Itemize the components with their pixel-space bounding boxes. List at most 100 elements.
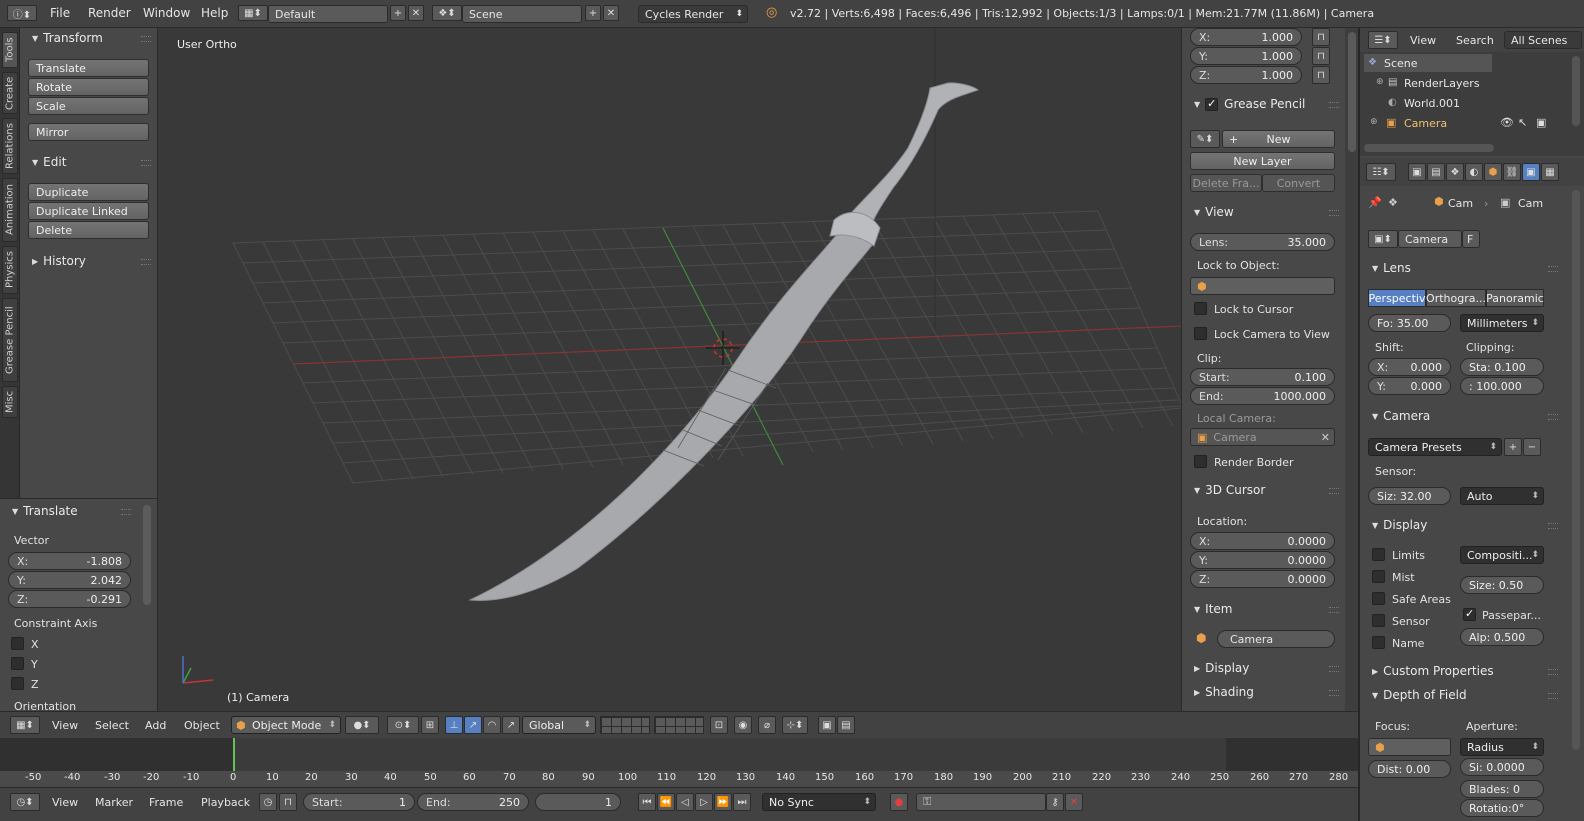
- safe-areas-checkbox[interactable]: [1372, 592, 1385, 605]
- constraint-y-checkbox[interactable]: [11, 657, 24, 670]
- tab-tools[interactable]: Tools: [2, 32, 18, 68]
- menu-help[interactable]: Help: [201, 6, 228, 20]
- expand-icon[interactable]: ⊕: [1370, 117, 1378, 127]
- render-tab-icon[interactable]: ▣: [1408, 163, 1426, 181]
- shift-x-field[interactable]: X: 0.000: [1368, 358, 1451, 376]
- remove-scene-icon[interactable]: ✕: [603, 5, 619, 21]
- tab-physics[interactable]: Physics: [2, 246, 18, 294]
- cursor-z-field[interactable]: Z: 0.0000: [1190, 570, 1335, 588]
- history-panel-header[interactable]: ▶ History: [32, 252, 86, 270]
- remove-preset-icon[interactable]: −: [1523, 438, 1541, 456]
- lock-frame-icon[interactable]: ⊓: [279, 793, 297, 811]
- local-camera-field[interactable]: ▣ Camera ✕: [1190, 428, 1335, 446]
- timeline-ruler[interactable]: -50 -40 -30 -20 -10 0 10 20 30 40 50 60 …: [0, 771, 1358, 787]
- fake-user-button[interactable]: F: [1462, 230, 1480, 248]
- outliner-hscrollbar[interactable]: [1364, 144, 1494, 152]
- constraints-tab-icon[interactable]: ⛓: [1503, 163, 1521, 181]
- vector-x-field[interactable]: X: -1.808: [8, 552, 131, 570]
- camera-datablock-icon[interactable]: ▣⬍: [1368, 230, 1398, 248]
- play-reverse-icon[interactable]: ◁: [676, 793, 694, 811]
- drag-grip-icon[interactable]: [1329, 102, 1339, 108]
- display-panel-header[interactable]: ▼ Display: [1372, 516, 1427, 534]
- properties-region-scrollbar[interactable]: [1345, 28, 1358, 711]
- delete-button[interactable]: Delete: [28, 221, 149, 239]
- blades-field[interactable]: Blades: 0: [1460, 780, 1544, 798]
- display-size-field[interactable]: Size: 0.50: [1460, 576, 1544, 594]
- custom-properties-header[interactable]: ▶ Custom Properties: [1372, 662, 1494, 680]
- scrollbar-thumb[interactable]: [1348, 32, 1356, 152]
- clip-end-field[interactable]: : 100.000: [1460, 377, 1544, 395]
- scale-y-field[interactable]: Y: 1.000: [1190, 47, 1302, 65]
- tab-misc[interactable]: Misc: [2, 386, 18, 418]
- drag-grip-icon[interactable]: [1548, 266, 1558, 272]
- lens-field[interactable]: Lens: 35.000: [1190, 233, 1335, 251]
- composition-guides-select[interactable]: Compositi...: [1460, 546, 1544, 564]
- new-layer-button[interactable]: New Layer: [1190, 152, 1335, 170]
- remove-layout-icon[interactable]: ✕: [408, 5, 424, 21]
- end-frame-field[interactable]: End: 250: [417, 793, 529, 811]
- menu-window[interactable]: Window: [143, 6, 190, 20]
- tab-grease-pencil[interactable]: Grease Pencil: [2, 298, 18, 382]
- scale-manipulator-icon[interactable]: ◠: [483, 716, 501, 734]
- drag-grip-icon[interactable]: [1548, 523, 1558, 529]
- translate-button[interactable]: Translate: [28, 59, 149, 77]
- drag-grip-icon[interactable]: [1329, 210, 1339, 216]
- drag-grip-icon[interactable]: [141, 259, 151, 265]
- tab-create[interactable]: Create: [2, 72, 18, 114]
- outliner-item-scene[interactable]: Scene: [1384, 57, 1418, 70]
- tab-relations[interactable]: Relations: [2, 118, 18, 174]
- aperture-size-field[interactable]: Si: 0.0000: [1460, 758, 1544, 776]
- sensor-fit-select[interactable]: Auto: [1460, 487, 1544, 505]
- cursor-y-field[interactable]: Y: 0.0000: [1190, 551, 1335, 569]
- display-panel-header[interactable]: ▶ Display: [1194, 659, 1249, 677]
- drag-grip-icon[interactable]: [1548, 693, 1558, 699]
- lens-unit-select[interactable]: Millimeters: [1460, 314, 1544, 332]
- keying-set-field[interactable]: ⚿: [916, 793, 1046, 811]
- item-panel-header[interactable]: ▼ Item: [1194, 600, 1232, 618]
- add-preset-icon[interactable]: +: [1504, 438, 1522, 456]
- add-scene-icon[interactable]: +: [585, 5, 601, 21]
- item-name-field[interactable]: Camera: [1217, 630, 1335, 648]
- scene-crumb-icon[interactable]: ❖: [1388, 196, 1398, 209]
- mist-checkbox[interactable]: [1372, 570, 1385, 583]
- clip-start-field[interactable]: Sta: 0.100: [1460, 358, 1544, 376]
- scale-z-field[interactable]: Z: 1.000: [1190, 66, 1302, 84]
- lock-layers-icon[interactable]: ⊡: [710, 716, 728, 734]
- grease-pencil-checkbox[interactable]: [1205, 97, 1219, 111]
- lock-icon[interactable]: ⊓: [1312, 66, 1330, 84]
- next-keyframe-icon[interactable]: ⏩: [714, 793, 732, 811]
- scale-x-field[interactable]: X: 1.000: [1190, 28, 1302, 46]
- outliner-menu-view[interactable]: View: [1410, 34, 1436, 47]
- opengl-render-icon[interactable]: ▣: [818, 716, 836, 734]
- 3d-cursor-icon[interactable]: [706, 331, 740, 365]
- eye-icon[interactable]: 👁: [1500, 116, 1514, 129]
- menu-marker[interactable]: Marker: [95, 796, 133, 809]
- perspective-toggle[interactable]: Perspectiv: [1368, 289, 1426, 307]
- name-checkbox[interactable]: [1372, 636, 1385, 649]
- lock-icon[interactable]: ⊓: [1312, 28, 1330, 46]
- shift-y-field[interactable]: Y: 0.000: [1368, 377, 1451, 395]
- duplicate-linked-button[interactable]: Duplicate Linked: [28, 202, 149, 220]
- timeline-area[interactable]: -50 -40 -30 -20 -10 0 10 20 30 40 50 60 …: [0, 738, 1358, 787]
- menu-render[interactable]: Render: [88, 6, 131, 20]
- aperture-type-select[interactable]: Radius: [1460, 738, 1544, 756]
- menu-file[interactable]: File: [50, 6, 70, 20]
- current-frame-marker[interactable]: [233, 738, 235, 772]
- 3d-cursor-header[interactable]: ▼ 3D Cursor: [1194, 481, 1265, 499]
- scene-icon[interactable]: ❖⬍: [432, 5, 462, 21]
- jump-start-icon[interactable]: ⏮: [638, 793, 656, 811]
- layers-tab-icon[interactable]: ▤: [1427, 163, 1445, 181]
- lock-icon[interactable]: ⊓: [1312, 47, 1330, 65]
- menu-object[interactable]: Object: [184, 719, 220, 732]
- menu-frame[interactable]: Frame: [149, 796, 183, 809]
- cursor-x-field[interactable]: X: 0.0000: [1190, 532, 1335, 550]
- world-tab-icon[interactable]: ◐: [1465, 163, 1483, 181]
- drag-grip-icon[interactable]: [141, 160, 151, 166]
- new-grease-button[interactable]: + New: [1222, 130, 1335, 148]
- transform-panel-header[interactable]: ▼ Transform: [32, 29, 103, 47]
- render-camera-icon[interactable]: ▣: [1536, 116, 1546, 129]
- menu-view[interactable]: View: [52, 719, 78, 732]
- rotate-manipulator-icon[interactable]: ↗: [464, 716, 482, 734]
- constraint-x-checkbox[interactable]: [11, 637, 24, 650]
- camera-panel-header[interactable]: ▼ Camera: [1372, 407, 1430, 425]
